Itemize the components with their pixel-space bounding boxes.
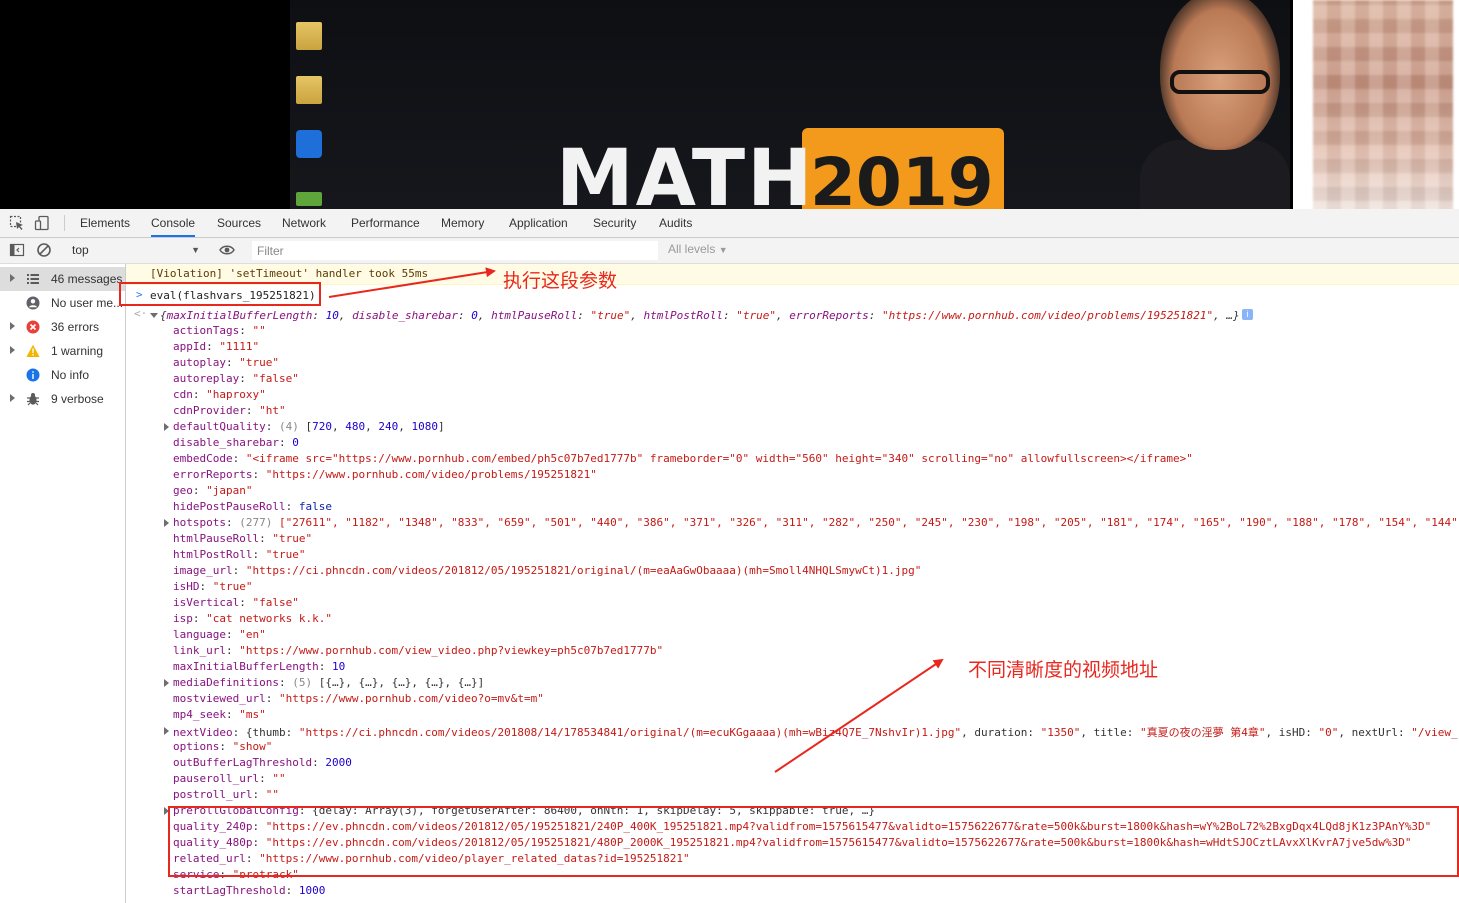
toolbar-divider — [64, 215, 65, 231]
chevron-down-icon: ▼ — [718, 245, 728, 255]
sidebar-item-label: 36 errors — [51, 320, 100, 334]
context-label: top — [72, 243, 89, 257]
tab-sources[interactable]: Sources — [217, 209, 261, 237]
tab-audits[interactable]: Audits — [659, 209, 692, 237]
year-headline: 2019 — [810, 144, 994, 210]
math-headline: MATH — [556, 134, 815, 209]
tab-elements[interactable]: Elements — [80, 209, 130, 237]
violation-message: [Violation] 'setTimeout' handler took 55… — [126, 264, 1459, 285]
info-icon — [26, 368, 40, 382]
devtools-tab-bar: Elements Console Sources Network Perform… — [0, 209, 1459, 238]
sidebar-item-label: 1 warning — [51, 344, 104, 358]
expand-arrow-icon[interactable] — [10, 274, 15, 282]
tab-memory[interactable]: Memory — [441, 209, 484, 237]
log-levels-label: All levels — [668, 242, 716, 256]
annotation-execute-label: 执行这段参数 — [503, 270, 618, 292]
expand-arrow-icon[interactable] — [10, 346, 15, 354]
error-icon — [26, 320, 40, 334]
blurred-thumbnail — [1293, 0, 1459, 209]
expand-arrow-icon[interactable] — [10, 394, 15, 402]
context-selector[interactable]: top ▼ — [66, 241, 204, 260]
video-player-area: MATH 2019 — [0, 0, 1459, 209]
list-icon — [27, 274, 39, 284]
expand-arrow-icon[interactable] — [164, 679, 169, 687]
sidebar-toggle-icon[interactable] — [9, 242, 25, 258]
sidebar-item-warnings[interactable]: 1 warning — [0, 339, 125, 363]
app-icon — [296, 130, 322, 158]
expand-arrow-icon[interactable] — [164, 423, 169, 431]
expand-arrow-icon[interactable] — [10, 322, 15, 330]
tab-security[interactable]: Security — [593, 209, 636, 237]
sidebar-item-errors[interactable]: 36 errors — [0, 315, 125, 339]
bug-icon — [27, 393, 39, 406]
filter-input[interactable] — [252, 241, 658, 260]
command-highlight-box — [119, 282, 321, 306]
expand-arrow-icon[interactable] — [164, 519, 169, 527]
sidebar-item-label: 9 verbose — [51, 392, 104, 406]
quality-urls-highlight-box — [168, 806, 1459, 877]
eye-icon[interactable] — [219, 242, 235, 258]
console-sidebar: 46 messages No user me... 36 errors 1 wa… — [0, 264, 126, 903]
sidebar-item-verbose[interactable]: 9 verbose — [0, 387, 125, 411]
sidebar-item-info[interactable]: No info — [0, 363, 125, 387]
console-command-row: > eval(flashvars_195251821) — [126, 287, 1459, 303]
presenter-image — [1140, 0, 1290, 209]
chevron-down-icon: ▼ — [191, 245, 200, 255]
clear-console-icon[interactable] — [36, 242, 52, 258]
video-frame: MATH 2019 — [290, 0, 1290, 209]
sidebar-item-label: No user me... — [51, 296, 124, 310]
violation-text: [Violation] 'setTimeout' handler took 55… — [150, 267, 429, 280]
tab-network[interactable]: Network — [282, 209, 326, 237]
user-icon — [26, 296, 40, 310]
info-badge-icon[interactable]: i — [1242, 309, 1253, 320]
pixelated-image — [1313, 0, 1453, 209]
folder-icon — [296, 22, 322, 50]
object-preview: {maxInitialBufferLength: 10, disable_sha… — [160, 309, 1240, 322]
console-toolbar: top ▼ All levels ▼ — [0, 238, 1459, 264]
sidebar-item-label: 46 messages — [51, 272, 123, 286]
log-levels-dropdown[interactable]: All levels ▼ — [668, 242, 728, 256]
sidebar-item-user-messages[interactable]: No user me... — [0, 291, 125, 315]
expand-arrow-icon[interactable] — [164, 727, 169, 735]
device-toolbar-icon[interactable] — [34, 215, 50, 231]
warning-icon — [26, 344, 40, 357]
tab-console[interactable]: Console — [151, 209, 196, 237]
sidebar-item-messages[interactable]: 46 messages — [0, 267, 125, 291]
tab-performance[interactable]: Performance — [351, 209, 420, 237]
collapse-arrow-icon[interactable] — [150, 313, 158, 318]
inspect-element-icon[interactable] — [9, 215, 25, 231]
result-return-icon: <· — [134, 307, 148, 320]
result-object-summary[interactable]: <· {maxInitialBufferLength: 10, disable_… — [126, 307, 1459, 323]
tab-application[interactable]: Application — [509, 209, 568, 237]
annotation-urls-label: 不同清晰度的视频地址 — [968, 659, 1159, 681]
folder-icon — [296, 76, 322, 104]
app-icon — [296, 192, 322, 206]
sidebar-item-label: No info — [51, 368, 90, 382]
